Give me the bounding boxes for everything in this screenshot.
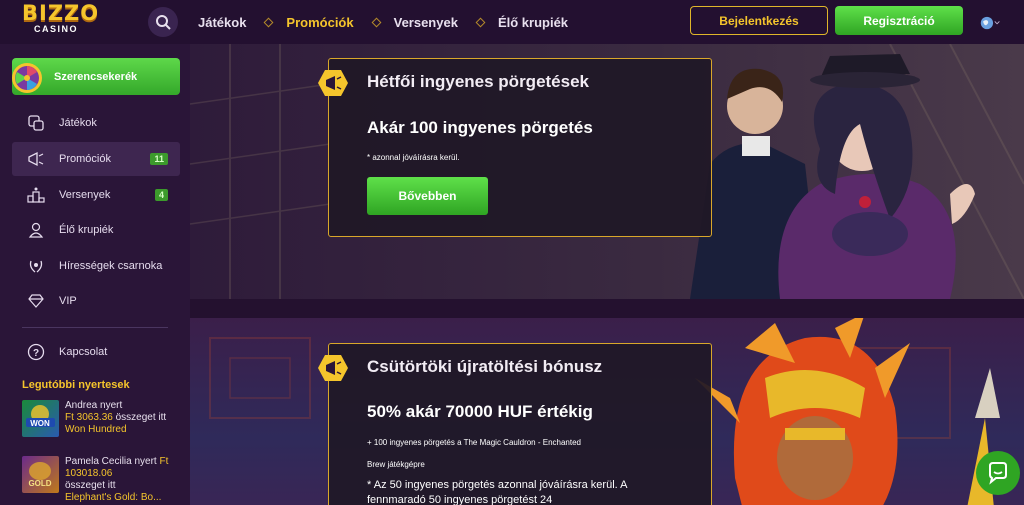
game-thumbnail[interactable]: GOLD (22, 456, 59, 493)
promo-title: Csütörtöki újratöltési bónusz (367, 357, 603, 376)
chat-icon (989, 462, 1007, 485)
more-info-button[interactable]: Bővebben (367, 177, 488, 215)
fortune-wheel-icon (12, 63, 42, 93)
winner-name: Pamela Cecilia nyert (65, 456, 157, 467)
sidebar-item-label: Versenyek (59, 189, 111, 201)
logo[interactable]: BIZZO CASINO (22, 3, 112, 41)
games-icon (25, 112, 47, 134)
help-icon: ? (25, 341, 47, 363)
promo-card: Csütörtöki újratöltési bónusz 50% akár 7… (318, 343, 712, 505)
fortune-wheel-label: Szerencsekerék (54, 70, 138, 83)
promo-headline: 50% akár 70000 HUF értékig (367, 402, 593, 421)
recent-winners-title: Legutóbbi nyertesek (22, 379, 130, 391)
winner-item[interactable]: GOLD Pamela Cecilia nyert Ft 103018.06 ö… (22, 456, 182, 505)
nav-separator (263, 17, 274, 27)
promo-card: Hétfői ingyenes pörgetések Akár 100 ingy… (318, 58, 712, 237)
nav-item-tournaments[interactable]: Versenyek (394, 15, 458, 30)
sidebar-item-tournaments[interactable]: Versenyek 4 (12, 178, 180, 212)
winner-game[interactable]: Elephant's Gold: Bo... (65, 492, 161, 503)
login-button[interactable]: Bejelentkezés (690, 6, 828, 35)
sidebar-item-contact[interactable]: ? Kapcsolat (12, 335, 180, 369)
nav-item-live-dealers[interactable]: Élő krupiék (498, 15, 568, 30)
game-thumbnail-art: GOLD (28, 462, 52, 488)
sidebar: Szerencsekerék Játékok Promóciók 11 Vers… (0, 44, 190, 505)
promo-banner-monday: Hétfői ingyenes pörgetések Akár 100 ingy… (190, 44, 1024, 299)
sidebar-item-label: Promóciók (59, 153, 111, 165)
search-icon (156, 15, 171, 30)
winner-item[interactable]: WON Andrea nyert Ft 3063.36 összeget itt… (22, 400, 182, 450)
promo-headline: Akár 100 ingyenes pörgetés (367, 118, 593, 137)
megaphone-icon (25, 148, 47, 170)
nav-separator (371, 17, 382, 27)
tournament-icon (25, 184, 47, 206)
logo-text: BIZZO (22, 1, 100, 25)
nav-item-games[interactable]: Játékok (198, 15, 246, 30)
fortune-wheel-button[interactable]: Szerencsekerék (12, 58, 180, 95)
megaphone-badge-icon (318, 355, 348, 381)
count-badge: 11 (150, 153, 168, 165)
globe-icon (980, 16, 994, 30)
main-content: Hétfői ingyenes pörgetések Akár 100 ingy… (190, 44, 1024, 505)
megaphone-badge-icon (318, 70, 348, 96)
search-button[interactable] (148, 7, 178, 37)
sidebar-item-hall-of-fame[interactable]: Hírességek csarnoka (12, 249, 180, 283)
game-thumbnail[interactable]: WON (22, 400, 59, 437)
winner-amount: Ft 3063.36 (65, 412, 113, 423)
game-thumbnail-art: WON (26, 405, 55, 428)
winner-suffix: összeget itt (65, 480, 116, 491)
winner-game[interactable]: Won Hundred (65, 424, 127, 435)
sidebar-item-label: Kapcsolat (59, 346, 108, 358)
dealer-icon (25, 219, 47, 241)
sidebar-item-label: Játékok (59, 117, 97, 129)
sidebar-item-games[interactable]: Játékok (12, 106, 180, 140)
main-nav: Játékok Promóciók Versenyek Élő krupiék (198, 0, 568, 44)
diamond-icon (25, 290, 47, 312)
language-selector[interactable] (980, 13, 1000, 33)
top-bar: BIZZO CASINO Játékok Promóciók Versenyek… (0, 0, 1024, 44)
winner-text: Pamela Cecilia nyert Ft 103018.06 összeg… (65, 456, 185, 504)
laurel-icon (25, 255, 47, 277)
sidebar-item-label: VIP (59, 295, 77, 307)
winner-suffix: összeget itt (115, 412, 167, 423)
register-button[interactable]: Regisztráció (835, 6, 963, 35)
promo-body: * Az 50 ingyenes pörgetés azonnal jóváír… (367, 479, 627, 505)
nav-item-promotions[interactable]: Promóciók (286, 15, 353, 30)
nav-separator (475, 17, 486, 27)
promo-body: + 100 ingyenes pörgetés a The Magic Caul… (367, 438, 581, 447)
sidebar-item-vip[interactable]: VIP (12, 284, 180, 318)
promo-note: * azonnal jóváírásra kerül. (367, 153, 460, 162)
sidebar-item-promotions[interactable]: Promóciók 11 (12, 142, 180, 176)
svg-text:?: ? (33, 348, 39, 359)
sidebar-item-label: Hírességek csarnoka (59, 260, 163, 272)
thumbnail-label: GOLD (28, 479, 51, 488)
count-badge: 4 (154, 189, 168, 201)
winner-name: Andrea nyert (65, 400, 123, 411)
promo-banner-thursday: Csütörtöki újratöltési bónusz 50% akár 7… (190, 318, 1024, 505)
promo-title: Hétfői ingyenes pörgetések (367, 72, 590, 91)
logo-subtext: CASINO (34, 24, 79, 34)
promo-body: Brew játékgépre (367, 460, 425, 469)
winner-text: Andrea nyert Ft 3063.36 összeget itt Won… (65, 400, 185, 436)
sidebar-divider (22, 327, 168, 328)
chevron-down-icon (994, 21, 1000, 25)
sidebar-item-live-dealers[interactable]: Élő krupiék (12, 213, 180, 247)
sidebar-item-label: Élő krupiék (59, 224, 114, 236)
live-chat-button[interactable] (976, 451, 1020, 495)
thumbnail-label: WON (30, 419, 50, 428)
